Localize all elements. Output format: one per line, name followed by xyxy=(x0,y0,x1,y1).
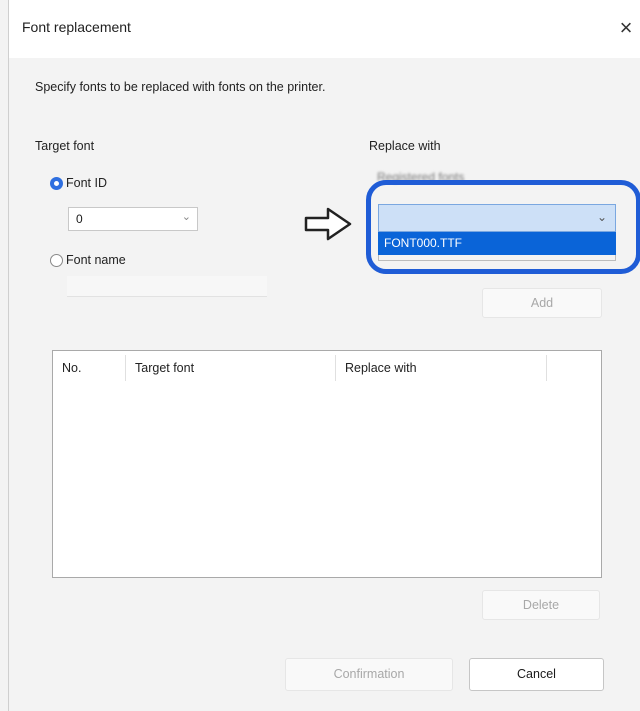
target-font-label: Target font xyxy=(35,139,95,153)
cancel-button[interactable]: Cancel xyxy=(469,658,604,691)
dialog-description: Specify fonts to be replaced with fonts … xyxy=(35,80,326,94)
font-replacement-dialog: Font replacement × Specify fonts to be r… xyxy=(8,0,640,711)
right-arrow-outline-icon xyxy=(304,207,352,241)
column-divider xyxy=(546,355,547,381)
col-header-replace-with: Replace with xyxy=(345,361,417,375)
column-divider xyxy=(335,355,336,381)
replacement-table: No. Target font Replace with xyxy=(52,350,602,578)
title-bar: Font replacement × xyxy=(9,0,640,58)
font-id-label[interactable]: Font ID xyxy=(66,176,107,190)
chevron-down-icon: ⌄ xyxy=(181,211,191,223)
font-id-radio[interactable] xyxy=(50,177,63,190)
close-icon[interactable]: × xyxy=(612,14,640,42)
col-header-no: No. xyxy=(62,361,82,375)
font-id-value: 0 xyxy=(76,212,83,226)
col-header-target-font: Target font xyxy=(135,361,195,375)
highlight-callout xyxy=(366,180,640,274)
font-name-label[interactable]: Font name xyxy=(66,253,126,267)
font-id-select[interactable]: 0 ⌄ xyxy=(68,207,198,231)
replace-with-label: Replace with xyxy=(369,139,441,153)
font-name-radio[interactable] xyxy=(50,254,63,267)
confirmation-button[interactable]: Confirmation xyxy=(285,658,453,691)
add-button[interactable]: Add xyxy=(482,288,602,318)
dialog-title: Font replacement xyxy=(22,19,131,35)
delete-button[interactable]: Delete xyxy=(482,590,600,620)
column-divider xyxy=(125,355,126,381)
font-name-input[interactable] xyxy=(67,276,267,297)
